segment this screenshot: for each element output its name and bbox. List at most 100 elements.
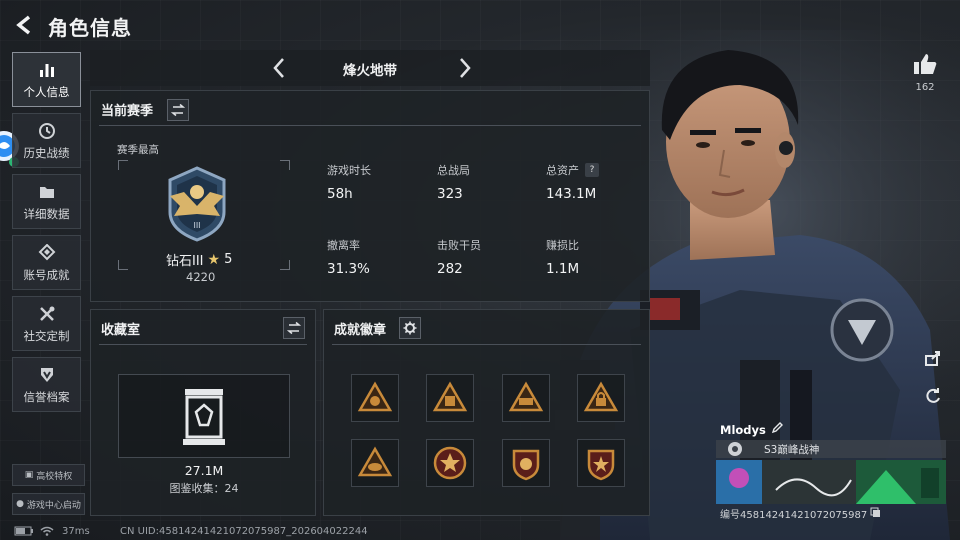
share-button[interactable] [922, 347, 944, 369]
sidebar-item-social[interactable]: 社交定制 [12, 296, 81, 351]
user-icon: ● [16, 499, 24, 509]
triangle-lock-badge-icon [583, 381, 619, 412]
season-best-label: 赛季最高 [117, 144, 159, 156]
swap-icon [171, 103, 185, 117]
stat-total-matches: 总战局 323 [437, 162, 470, 202]
name-card-artwork [716, 460, 946, 504]
player-card: Mlodys S3巅峰战神 编号45814241421072075987 [716, 420, 946, 532]
collection-showcase [118, 374, 290, 458]
rank-score: 4220 [186, 270, 216, 284]
battery-icon [14, 526, 34, 539]
frame-corner [118, 160, 128, 170]
back-arrow-icon [16, 15, 31, 35]
stat-label: 游戏时长 [327, 164, 371, 177]
stat-value: 31.3% [327, 261, 370, 277]
sidebar-nav: 个人信息 历史战绩 详细数据 账号成就 社交定制 信誉档案 [12, 52, 82, 418]
swap-icon [287, 321, 301, 335]
triangle-badge-icon [508, 381, 544, 412]
player-title: S3巅峰战神 [764, 443, 820, 456]
stat-extraction-rate: 撤离率 31.3% [327, 237, 370, 277]
medal-icon [37, 243, 57, 263]
achievement-badge[interactable] [502, 439, 550, 487]
collection-value: 27.1M [184, 463, 224, 478]
round-star-badge-icon [433, 446, 467, 480]
help-icon[interactable]: ? [585, 163, 599, 177]
display-case-icon [183, 389, 225, 445]
sidebar-item-label: 社交定制 [23, 328, 70, 343]
sidebar-item-achievements[interactable]: 账号成就 [12, 235, 81, 290]
achievement-badge[interactable] [351, 374, 399, 422]
refresh-icon [926, 388, 940, 403]
chevron-right-icon [460, 58, 471, 78]
sidebar-item-label: 个人信息 [23, 84, 70, 99]
mode-name: 烽火地带 [343, 63, 397, 79]
collection-count: 图鉴收集：24 [169, 482, 239, 495]
collection-switch-button[interactable] [283, 317, 305, 339]
player-title-bar: S3巅峰战神 [716, 440, 946, 458]
triangle-eye-badge-icon [357, 446, 393, 477]
sidebar-item-detailed-data[interactable]: 详细数据 [12, 174, 81, 229]
svg-text:III: III [193, 221, 200, 230]
achievements-title: 成就徽章 [334, 323, 387, 338]
achievements-settings-button[interactable] [399, 317, 421, 339]
sidebar-item-label: 详细数据 [23, 206, 70, 221]
ping-value: 37ms [62, 526, 90, 537]
stat-value: 323 [437, 186, 463, 202]
sidebar-item-label: 信誉档案 [23, 389, 70, 404]
frame-corner [118, 260, 128, 270]
sidebar-item-credit[interactable]: 信誉档案 [12, 357, 81, 412]
player-id: 编号45814241421072075987 [720, 510, 868, 521]
achievement-badge[interactable] [577, 374, 625, 422]
clock-icon [37, 121, 57, 141]
diamond-rank-emblem-icon: III [168, 166, 226, 242]
achievement-badge[interactable] [502, 374, 550, 422]
like-count: 162 [915, 82, 935, 93]
sidebar-item-history[interactable]: 历史战绩 [12, 113, 81, 168]
achievement-badge[interactable] [577, 439, 625, 487]
sidebar-item-personal-info[interactable]: 个人信息 [12, 52, 81, 107]
game-center-button[interactable]: ● 游戏中心启动 [12, 493, 85, 515]
campus-privilege-button[interactable]: ▣ 高校特权 [12, 464, 85, 486]
achievement-badge[interactable] [426, 439, 474, 487]
copy-icon [870, 507, 881, 517]
stat-label: 撤离率 [327, 239, 360, 252]
season-switch-button[interactable] [167, 99, 189, 121]
uid-text: CN UID:45814241421072075987_202604022244 [120, 526, 368, 537]
folder-icon [37, 182, 57, 202]
stat-label: 击败干员 [437, 239, 481, 252]
stat-label-row: 总资产 ? [546, 162, 599, 178]
pencil-icon [771, 422, 783, 434]
stat-label: 总资产 [546, 164, 579, 177]
stat-play-time: 游戏时长 58h [327, 162, 371, 202]
tools-icon [37, 304, 57, 324]
triangle-badge-icon [432, 381, 468, 412]
refresh-button[interactable] [922, 385, 944, 407]
achievement-badge[interactable] [426, 374, 474, 422]
rank-name: 钻石III [166, 254, 204, 269]
thumbs-up-icon [914, 54, 937, 74]
shield-star-badge-icon [587, 449, 615, 481]
stat-label: 赚损比 [546, 239, 579, 252]
player-id-row: 编号45814241421072075987 [720, 506, 881, 521]
divider [332, 344, 641, 345]
share-icon [925, 351, 940, 366]
player-name: Mlodys [720, 422, 766, 437]
rank-stars: 5 [224, 252, 233, 267]
stat-label: 总战局 [437, 164, 470, 177]
shield-icon [37, 365, 57, 385]
title-emblem-icon [728, 442, 742, 456]
next-mode-button[interactable] [452, 56, 476, 80]
copy-id-button[interactable] [870, 507, 881, 521]
achievement-badge[interactable] [351, 439, 399, 487]
current-season-title: 当前赛季 [101, 104, 154, 119]
like-button[interactable]: 162 [910, 52, 940, 93]
graduation-icon: ▣ [24, 470, 34, 480]
edit-name-button[interactable] [771, 422, 783, 437]
header: 角色信息 [0, 0, 500, 50]
player-name-card[interactable] [716, 460, 946, 504]
sidebar-item-label: 账号成就 [23, 267, 70, 282]
back-button[interactable] [12, 12, 38, 38]
player-name-row: Mlodys [720, 422, 783, 437]
stat-value: 282 [437, 261, 463, 277]
stat-operators-defeated: 击败干员 282 [437, 237, 481, 277]
